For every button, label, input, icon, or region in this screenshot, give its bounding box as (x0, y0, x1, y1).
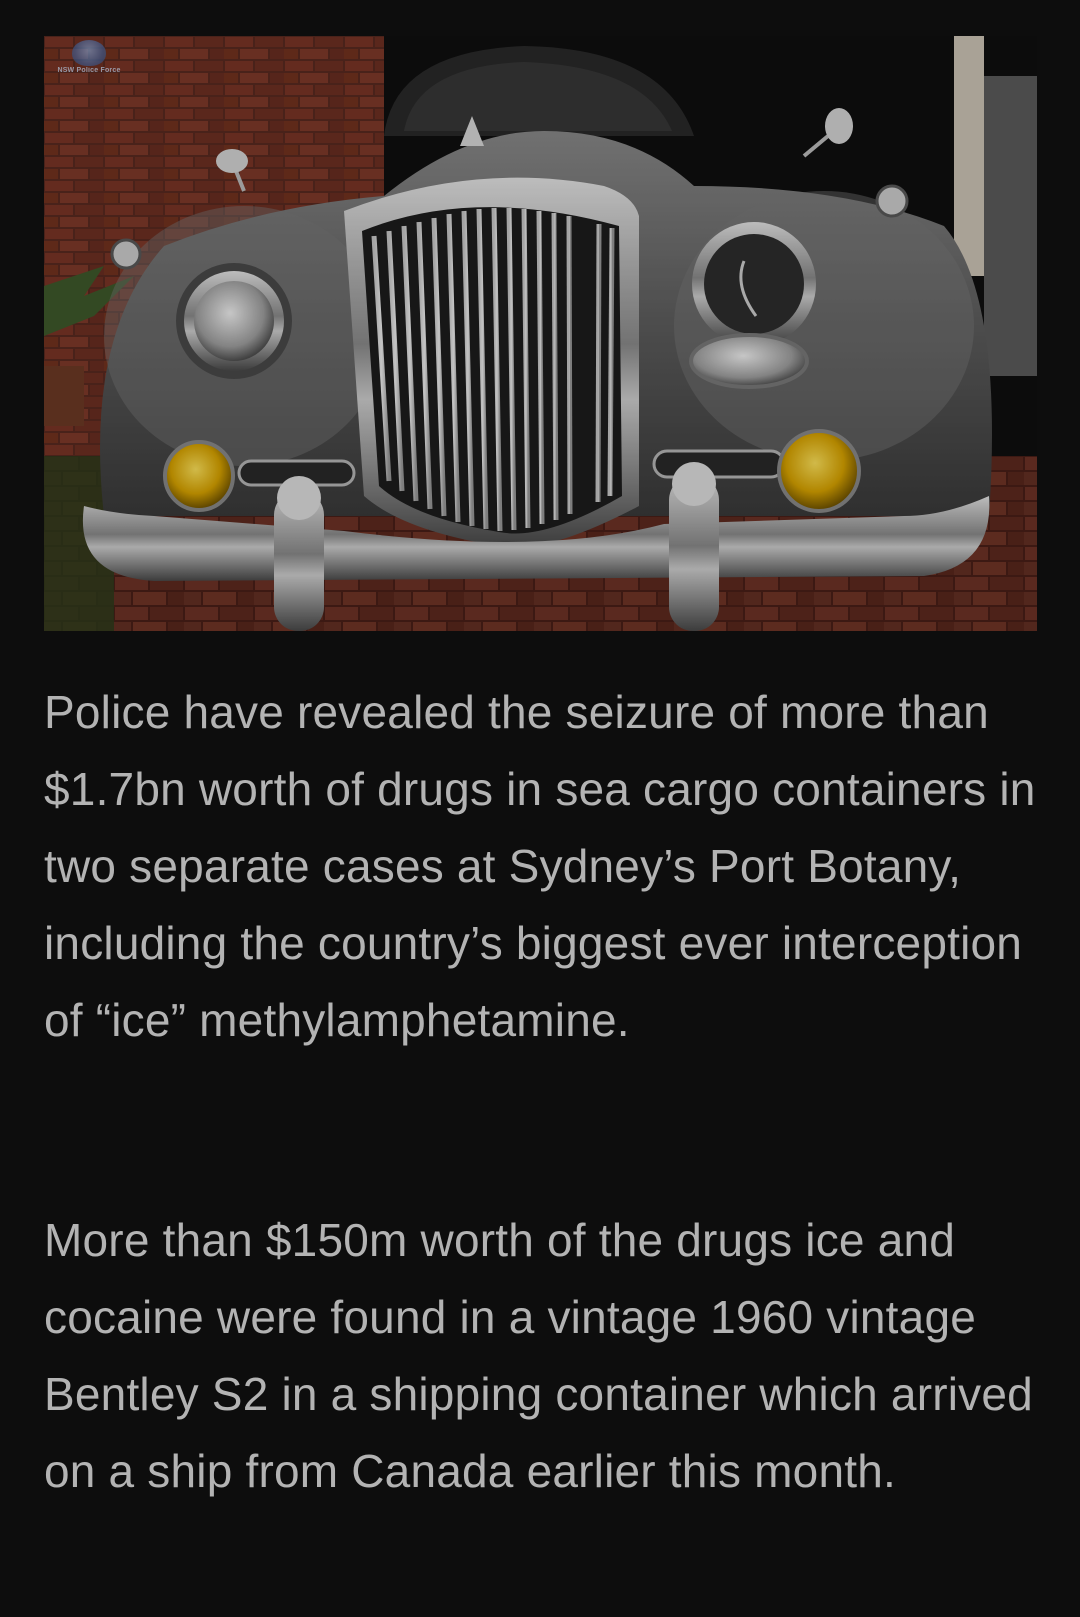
police-logo-watermark: NSW Police Force (54, 40, 124, 80)
watermark-label: NSW Police Force (57, 67, 121, 74)
bentley-car-illustration (44, 36, 1037, 631)
police-badge-icon (72, 40, 106, 66)
article-paragraph-2: More than $150m worth of the drugs ice a… (44, 1214, 1033, 1497)
article-paragraph-1: Police have revealed the seizure of more… (44, 686, 1036, 1046)
article: NSW Police Force Police have revealed th… (0, 0, 1080, 1617)
article-photo[interactable]: NSW Police Force (44, 36, 1037, 631)
